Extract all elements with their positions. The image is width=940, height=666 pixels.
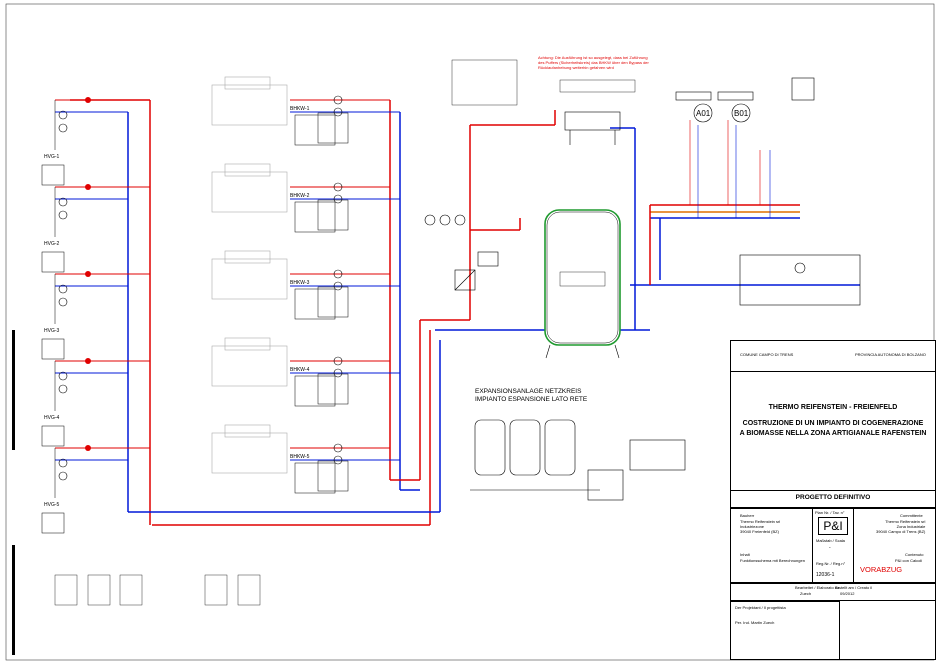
client: Thermo Reifenstein srl Zona Industriale …: [876, 519, 926, 534]
expansion-title-it: IMPIANTO ESPANSIONE LATO RETE: [475, 396, 588, 403]
heat-exchanger-group: [424, 214, 499, 291]
content: Funktionsschema mit Berechnungen: [740, 558, 805, 563]
hvg-tag-1: HVG-1: [44, 154, 60, 160]
project-name: THERMO REIFENSTEIN - FREIENFELD: [768, 404, 898, 411]
hvg-tag-3: HVG-3: [44, 328, 60, 334]
contents: P&I con Calcoli: [895, 558, 923, 563]
builder-label: Bauherr: [740, 513, 755, 518]
hvg-tag-2: HVG-2: [44, 241, 60, 247]
bhkw-tag-2: BHKW-2: [290, 193, 310, 199]
expansion-vessels: [470, 419, 686, 501]
planner: Per. Ind. Martin Zuech: [735, 620, 775, 625]
drawn-by: Zuech: [800, 591, 812, 596]
doc-type: P&I: [823, 519, 843, 533]
unit-rows: [41, 76, 400, 534]
warning-note: Achtung: Die Ausführung ist so ausgelegt…: [538, 55, 649, 70]
hvg-tag-5: HVG-5: [44, 502, 60, 508]
date-label: Erstellt am / Creato il: [835, 585, 873, 590]
hvg-tag-4: HVG-4: [44, 415, 60, 421]
builder: Thermo Reifenstein srl Industriezone 390…: [740, 519, 781, 534]
content-label: Inhalt: [740, 552, 750, 557]
contents-label: Contenuto: [905, 552, 924, 557]
bhkw-tag-3: BHKW-3: [290, 280, 310, 286]
bhkw-tag-4: BHKW-4: [290, 367, 310, 373]
expansion-title-de: EXPANSIONSANLAGE NETZKREIS: [475, 388, 582, 395]
stamp: VORABZUG: [860, 565, 903, 574]
drawn-label: Bearbeitet / Elaborato da: [795, 585, 840, 590]
project-phase: PROGETTO DEFINITIVO: [795, 494, 871, 501]
client-label: Committente: [900, 513, 923, 518]
consumer-a01-label: A01: [696, 109, 711, 118]
project-desc-line2: A BIOMASSE NELLA ZONA ARTIGIANALE RAFENS…: [739, 430, 927, 437]
scale-value: -: [829, 545, 831, 551]
province: PROVINCIA AUTONOMA DI BOLZANO: [855, 352, 926, 357]
page-label: Reg.Nr. / Reg.n°: [816, 561, 846, 566]
plan-no-label: Plan Nr. / Tav. n°: [815, 510, 845, 515]
drawing-number: 12036-1: [816, 572, 835, 578]
scale-label: Maßstab / Scala: [816, 538, 845, 543]
municipality: COMUNE CAMPO DI TRENS: [740, 352, 794, 357]
project-desc-line1: COSTRUZIONE DI UN IMPIANTO DI COGENERAZI…: [742, 420, 924, 427]
bhkw-tag-1: BHKW-1: [290, 106, 310, 112]
consumer-b01-label: B01: [734, 109, 749, 118]
legend-boxes: [54, 574, 261, 606]
planner-label: Der Projektant / Il progettista: [735, 605, 786, 610]
bhkw-tag-5: BHKW-5: [290, 454, 310, 460]
date: 09/2012: [840, 591, 855, 596]
buffer-tank: [544, 209, 621, 359]
